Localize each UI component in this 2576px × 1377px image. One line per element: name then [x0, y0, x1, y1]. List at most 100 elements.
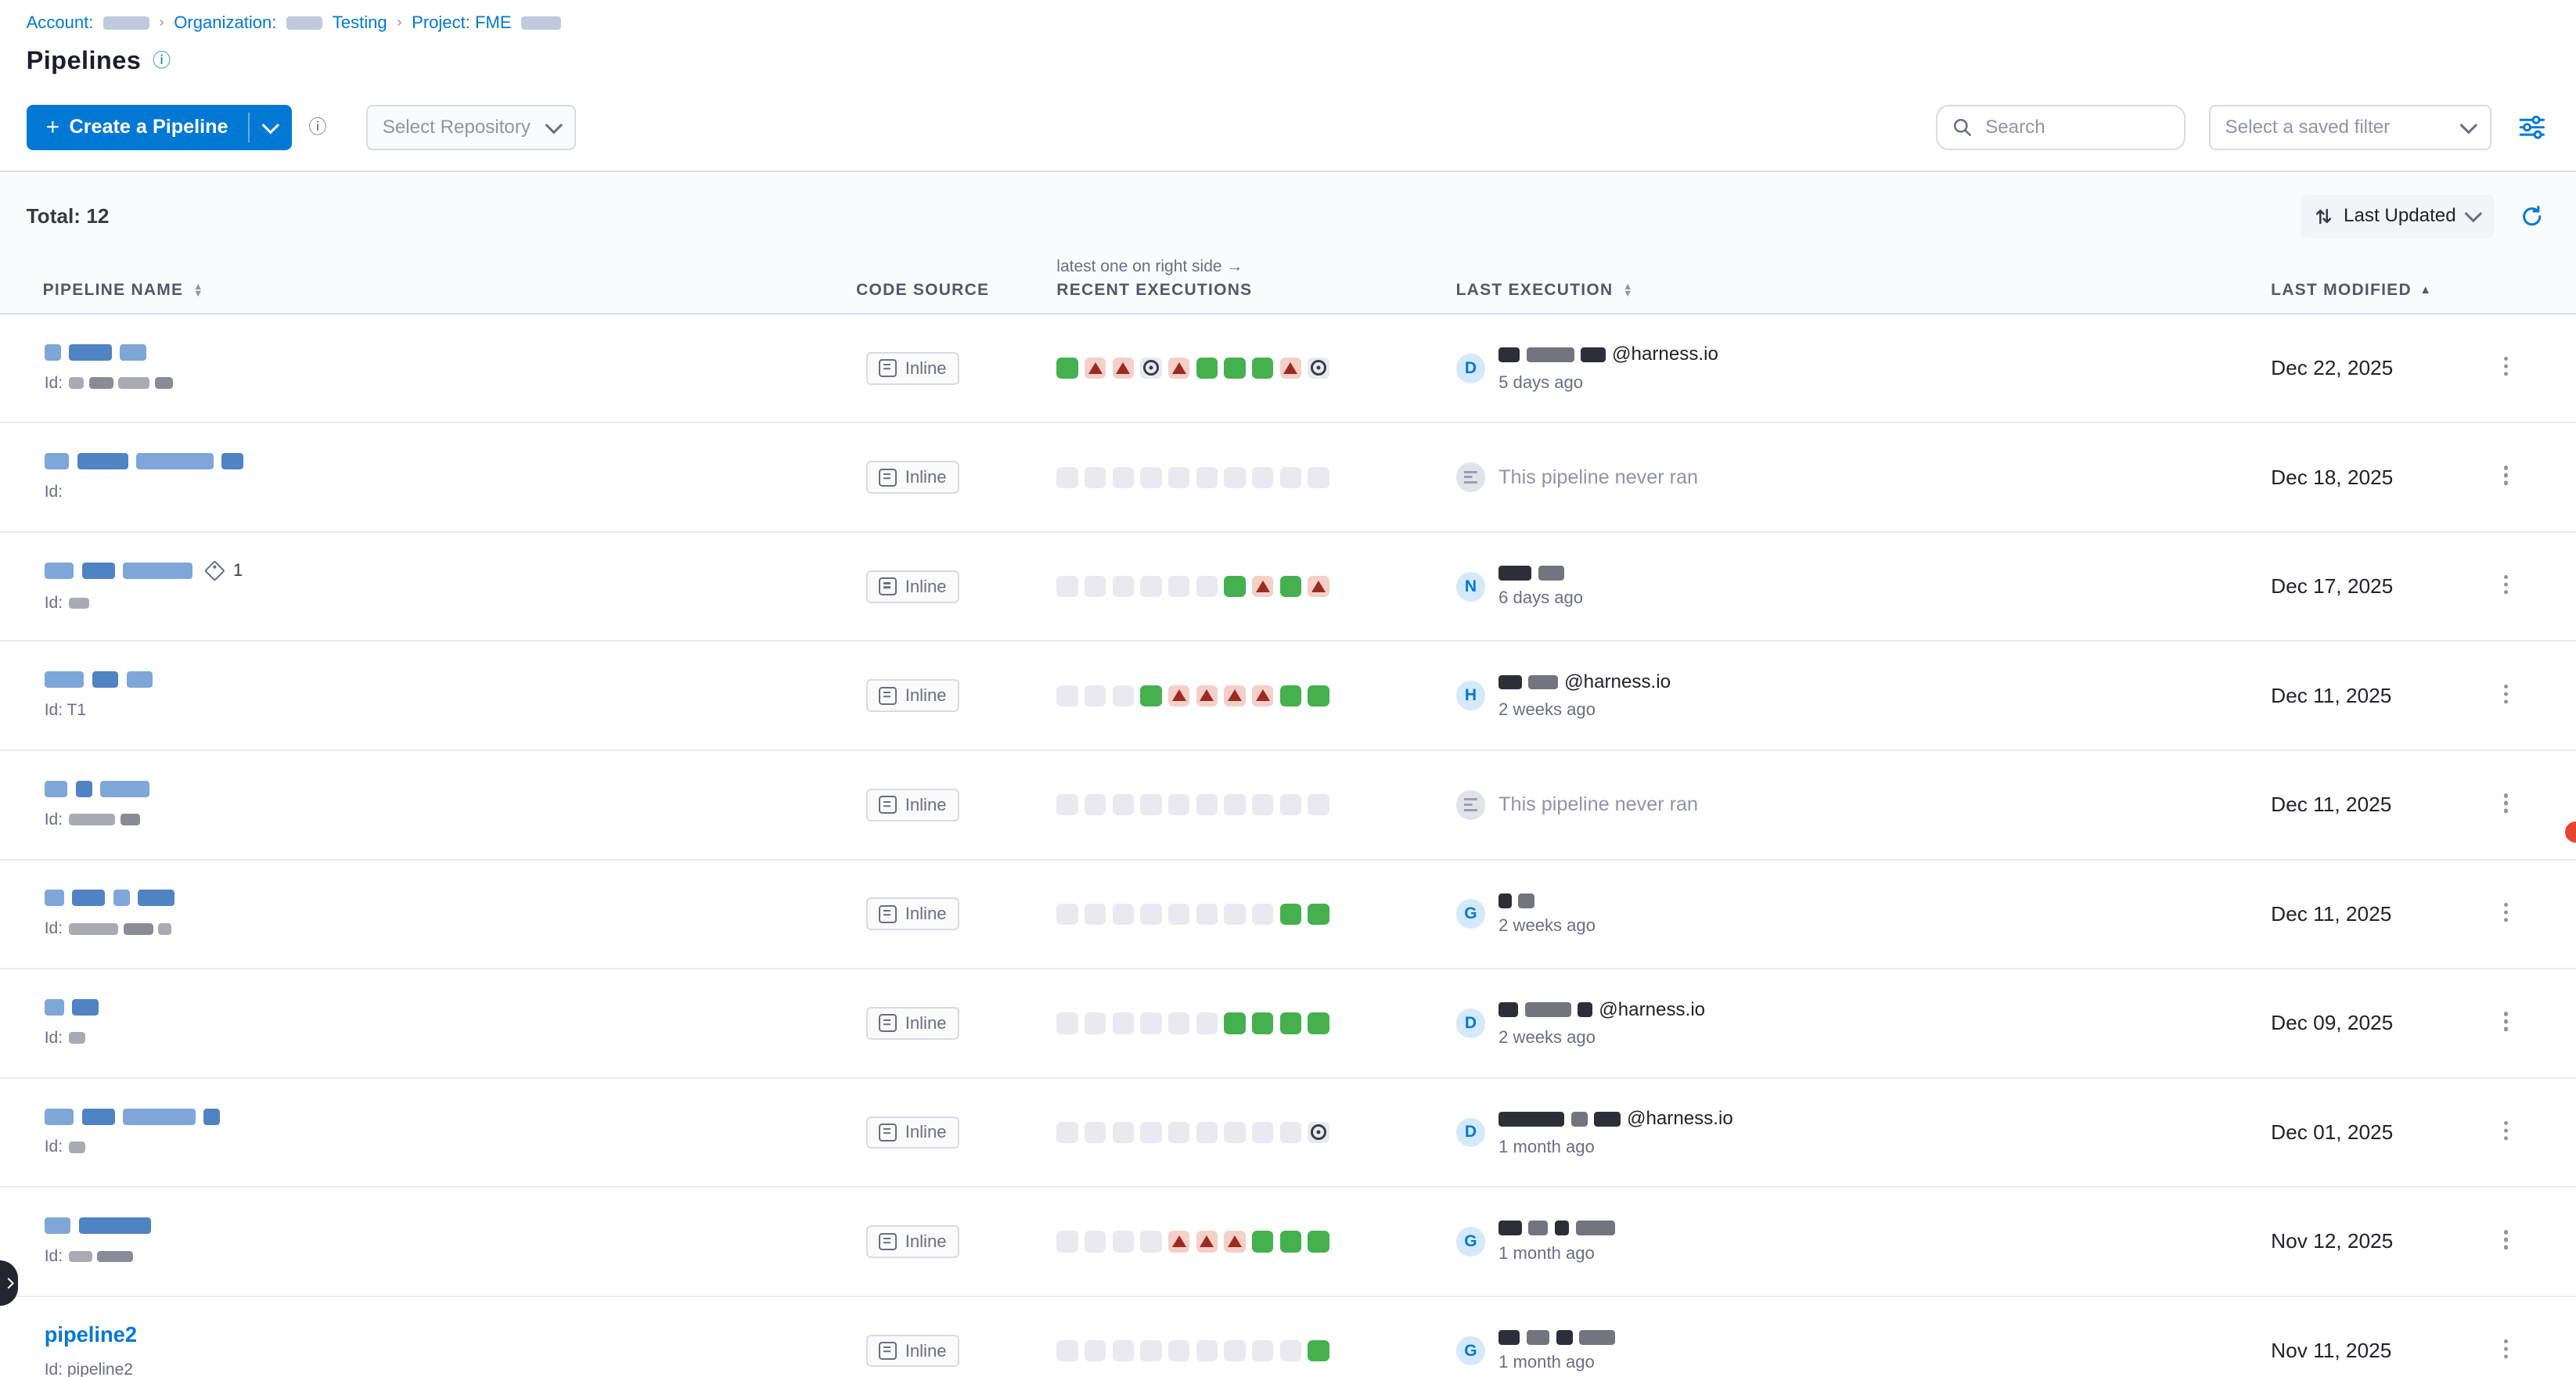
breadcrumb-account[interactable]: Account: [27, 13, 94, 33]
execution-status-success[interactable] [1280, 1012, 1301, 1034]
execution-status-success[interactable] [1252, 1012, 1273, 1034]
header-last-modified[interactable]: LAST MODIFIED ▲ [2271, 281, 2484, 300]
sort-dropdown[interactable]: Last Updated [2301, 195, 2494, 238]
last-execution-user: This pipeline never ran [1498, 793, 1698, 816]
pipeline-name[interactable] [45, 781, 149, 797]
pipeline-name[interactable]: 1 [45, 560, 243, 581]
redacted-text [155, 377, 173, 389]
pipeline-row[interactable]: Id: Inline D @harness.io 2 weeks ago Dec… [0, 969, 2576, 1079]
toolbar: + Create a Pipeline ⓘ Select Repository … [0, 105, 2576, 172]
pipeline-id-label: Id: [45, 1247, 63, 1266]
execution-status-success[interactable] [1224, 358, 1245, 379]
execution-status-success[interactable] [1280, 685, 1301, 706]
refresh-button[interactable] [2514, 198, 2550, 234]
inline-source-icon [879, 469, 897, 487]
search-input[interactable] [1982, 115, 2169, 140]
pipeline-row[interactable]: Id: Inline G 2 weeks ago Dec 11, 2025 [0, 861, 2576, 970]
create-pipeline-menu-button[interactable] [250, 105, 293, 151]
execution-status-success[interactable] [1224, 576, 1245, 597]
pipeline-row[interactable]: Id: Inline This pipeline never ran Dec 1… [0, 751, 2576, 861]
row-menu-button[interactable] [2495, 793, 2517, 816]
execution-status-failed[interactable] [1168, 1231, 1189, 1252]
redacted-text [1576, 1221, 1615, 1235]
execution-status-failed[interactable] [1280, 358, 1301, 379]
execution-status-aborted[interactable] [1308, 1122, 1329, 1143]
row-menu-button[interactable] [2495, 1339, 2517, 1362]
create-pipeline-button[interactable]: + Create a Pipeline [27, 105, 293, 151]
redacted-text [1498, 1112, 1564, 1127]
header-last-execution[interactable]: LAST EXECUTION ▲▼ [1456, 281, 2272, 300]
redacted-text [1498, 675, 1521, 690]
execution-status-success[interactable] [1280, 1231, 1301, 1252]
pipeline-row[interactable]: Id: Inline D @harness.io 5 days ago Dec … [0, 315, 2576, 424]
redacted-text [45, 1217, 71, 1234]
pipeline-name[interactable] [45, 1109, 221, 1125]
execution-status-success[interactable] [1280, 904, 1301, 925]
row-menu-button[interactable] [2495, 575, 2517, 598]
pipeline-name[interactable] [45, 453, 243, 469]
execution-status-success[interactable] [1224, 1012, 1245, 1034]
last-execution-time: 1 month ago [1498, 1137, 1733, 1157]
pipeline-name[interactable]: pipeline2 [45, 1322, 137, 1347]
row-menu-button[interactable] [2495, 903, 2517, 926]
row-menu-button[interactable] [2495, 466, 2517, 488]
execution-status-success[interactable] [1308, 1340, 1329, 1361]
execution-status-failed[interactable] [1224, 1231, 1245, 1252]
pipeline-row[interactable]: Id: Inline D @harness.io 1 month ago Dec… [0, 1079, 2576, 1188]
row-menu-button[interactable] [2495, 357, 2517, 379]
pipeline-name[interactable] [45, 344, 146, 361]
select-repository-dropdown[interactable]: Select Repository [366, 105, 577, 151]
execution-status-success[interactable] [1196, 358, 1218, 379]
execution-status-success[interactable] [1308, 685, 1329, 706]
execution-status-failed[interactable] [1252, 576, 1273, 597]
filter-button[interactable] [2514, 110, 2550, 146]
pipeline-row[interactable]: pipeline2 Id: pipeline2 Inline G 1 month… [0, 1297, 2576, 1377]
search-box[interactable] [1936, 105, 2186, 151]
breadcrumb-organization-name[interactable]: Testing [333, 13, 387, 33]
saved-filter-dropdown[interactable]: Select a saved filter [2209, 105, 2491, 151]
create-pipeline-info-icon[interactable]: ⓘ [308, 118, 326, 136]
execution-status-success[interactable] [1252, 358, 1273, 379]
code-source-badge: Inline [866, 1335, 959, 1368]
pipeline-row[interactable]: Id: T1 Inline H @harness.io 2 weeks ago … [0, 642, 2576, 751]
execution-status-success[interactable] [1308, 904, 1329, 925]
row-menu-button[interactable] [2495, 1121, 2517, 1144]
total-count: Total: 12 [27, 204, 110, 228]
pipeline-row[interactable]: Id: Inline G 1 month ago Nov 12, 2025 [0, 1188, 2576, 1297]
execution-status-failed[interactable] [1308, 576, 1329, 597]
execution-status-failed[interactable] [1224, 685, 1245, 706]
execution-status-empty [1224, 467, 1245, 488]
pipeline-row[interactable]: Id: Inline This pipeline never ran Dec 1… [0, 423, 2576, 533]
execution-status-failed[interactable] [1113, 358, 1134, 379]
header-pipeline-name[interactable]: PIPELINE NAME ▲▼ [0, 281, 856, 300]
execution-status-aborted[interactable] [1140, 358, 1161, 379]
pipeline-name-link[interactable]: pipeline2 [45, 1322, 137, 1347]
execution-status-success[interactable] [1056, 358, 1078, 379]
execution-status-failed[interactable] [1196, 685, 1218, 706]
execution-status-failed[interactable] [1085, 358, 1106, 379]
execution-status-success[interactable] [1140, 685, 1161, 706]
execution-status-empty [1140, 1231, 1161, 1252]
execution-status-failed[interactable] [1196, 1231, 1218, 1252]
row-menu-button[interactable] [2495, 685, 2517, 707]
pipelines-info-icon[interactable]: ⓘ [153, 52, 171, 70]
pipeline-name[interactable] [45, 999, 99, 1016]
execution-status-failed[interactable] [1168, 358, 1189, 379]
execution-status-success[interactable] [1280, 576, 1301, 597]
pipeline-name[interactable] [45, 1217, 151, 1234]
execution-status-success[interactable] [1252, 1231, 1273, 1252]
execution-status-aborted[interactable] [1308, 358, 1329, 379]
execution-status-failed[interactable] [1168, 685, 1189, 706]
breadcrumb-project[interactable]: Project: FME [412, 13, 511, 33]
redacted-text [89, 377, 113, 389]
row-menu-button[interactable] [2495, 1230, 2517, 1253]
pipeline-row[interactable]: 1 Id: Inline N 6 days ago Dec 17, 2025 [0, 533, 2576, 642]
execution-status-failed[interactable] [1252, 685, 1273, 706]
execution-status-success[interactable] [1308, 1012, 1329, 1034]
inline-source-icon [879, 577, 897, 595]
pipeline-name[interactable] [45, 671, 153, 688]
row-menu-button[interactable] [2495, 1012, 2517, 1034]
execution-status-success[interactable] [1308, 1231, 1329, 1252]
breadcrumb-organization[interactable]: Organization: [174, 13, 276, 33]
pipeline-name[interactable] [45, 890, 174, 906]
